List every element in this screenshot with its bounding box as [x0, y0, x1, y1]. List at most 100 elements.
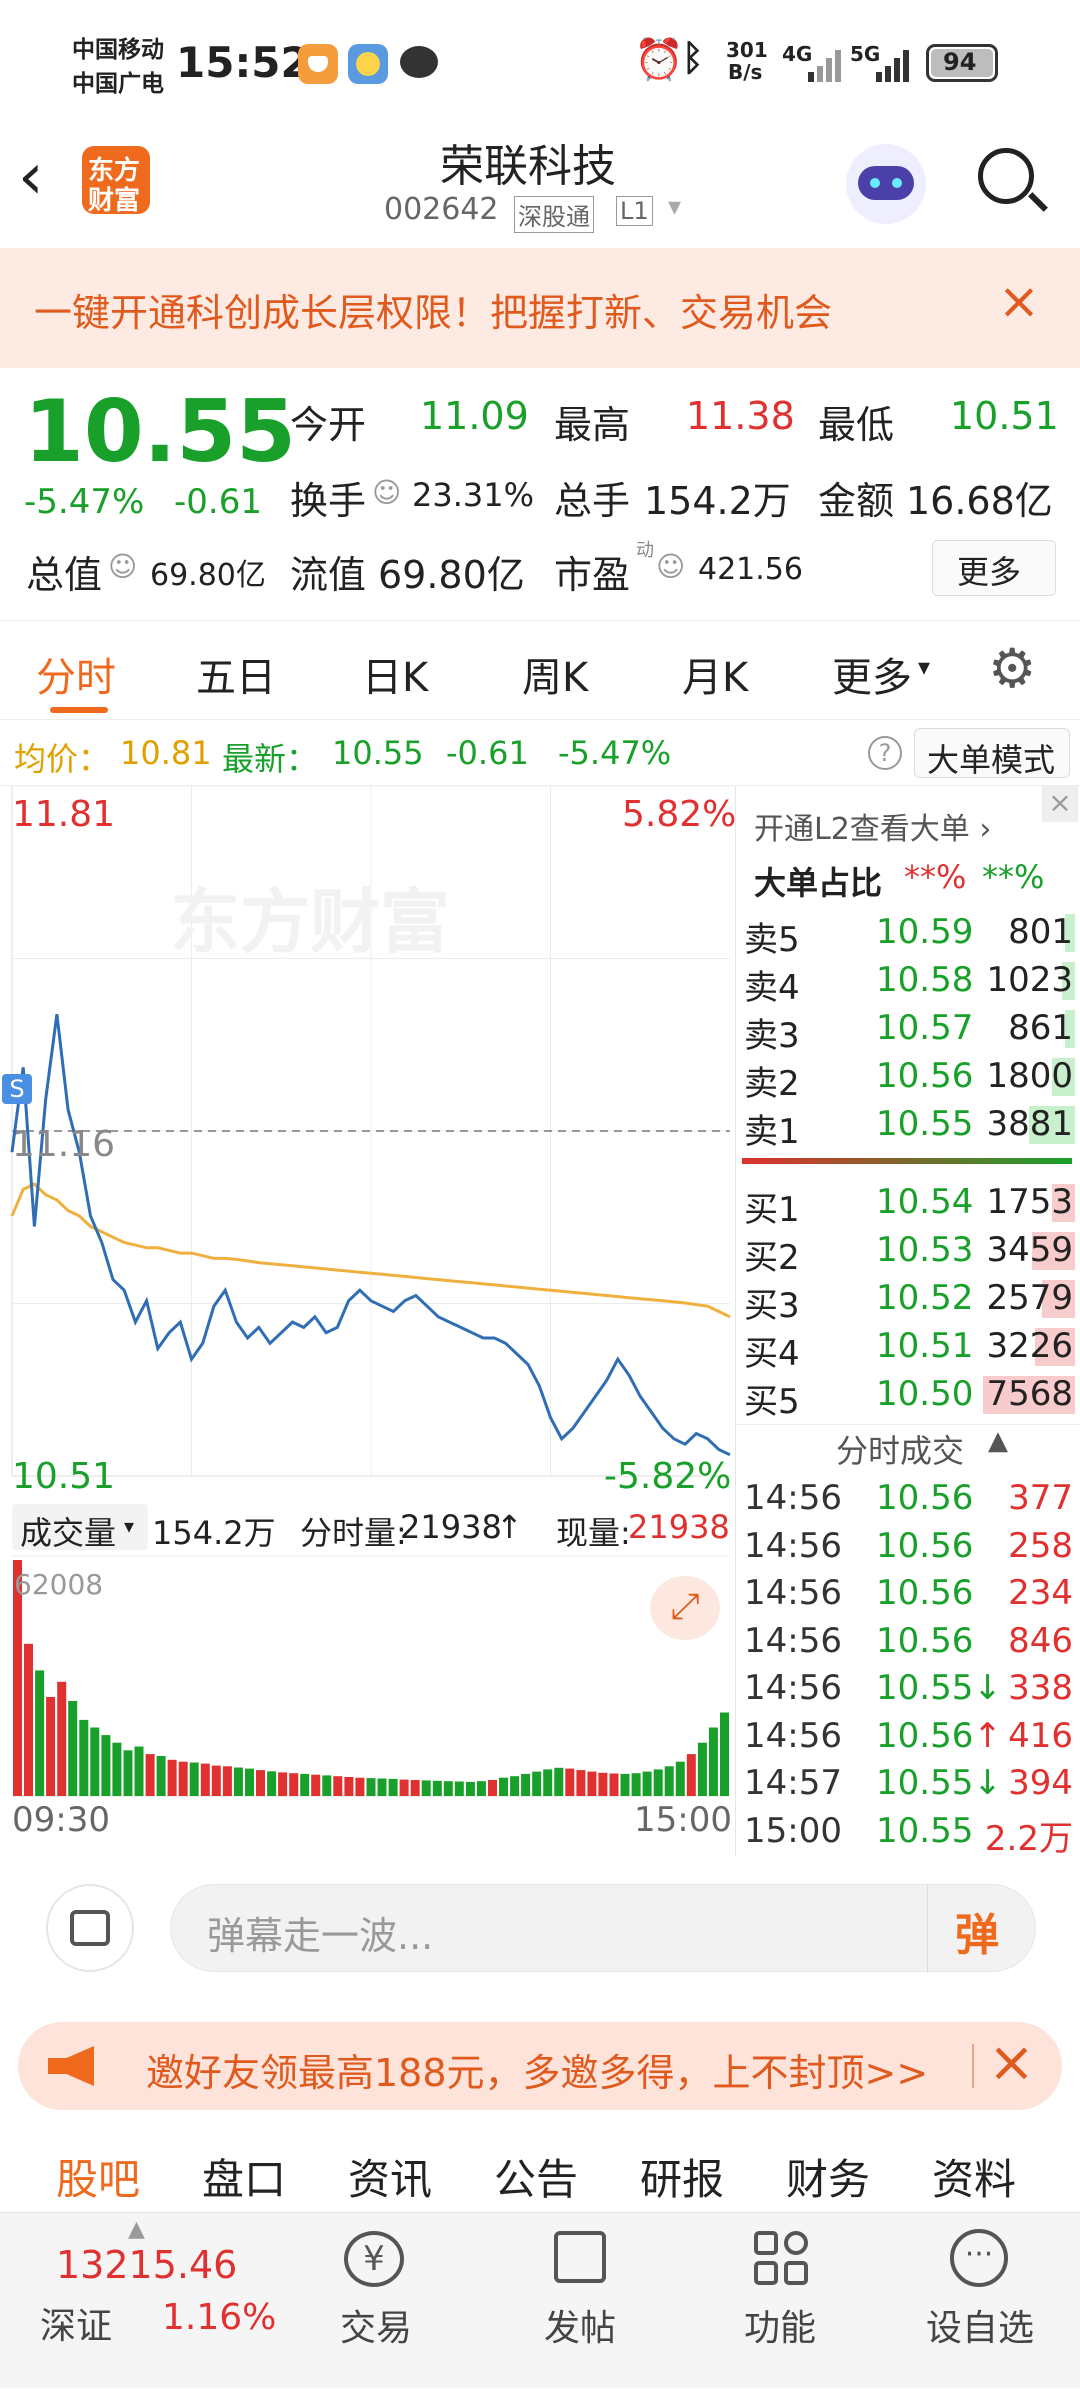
tick-time: 14:56 — [744, 1715, 842, 1756]
volume-indicator-select[interactable]: 成交量 ▾ — [12, 1504, 148, 1552]
send-danmaku-button[interactable]: 弹 — [955, 1899, 999, 1963]
bid-label: 买3 — [744, 1286, 800, 1326]
bid-row[interactable]: 买2 10.53 3459 — [736, 1226, 1080, 1278]
tick-volume: 416 — [1008, 1715, 1073, 1756]
app-logo[interactable]: 东方 财富 — [82, 146, 150, 216]
more-button[interactable]: 更多 — [932, 540, 1056, 596]
trade-button[interactable]: ¥ 交易 — [320, 2213, 430, 2389]
sort-up-icon: ▲ — [988, 1426, 1008, 1456]
volume-bar — [344, 1777, 354, 1796]
input-divider — [927, 1885, 928, 1973]
ask-row[interactable]: 卖4 10.58 1023 — [736, 956, 1080, 1008]
bid-volume: 3459 — [986, 1230, 1073, 1270]
grid-icon-box-3 — [784, 2261, 808, 2285]
volume-bar — [410, 1780, 420, 1796]
volume-bar — [620, 1773, 630, 1796]
change-value: -0.61 — [174, 482, 262, 522]
index-ticker[interactable]: ▲ 13215.46 深证 1.16% — [0, 2213, 320, 2389]
last-value: 10.55 — [332, 734, 424, 772]
dropdown-icon[interactable]: ▾ — [668, 192, 681, 222]
tab-intraday[interactable]: 分时 — [36, 645, 116, 703]
signal-badge[interactable]: S — [2, 1074, 32, 1104]
back-icon[interactable]: ‹ — [18, 140, 44, 214]
battery-icon: 94 — [926, 44, 998, 82]
tab-news[interactable]: 资讯 — [348, 2146, 432, 2207]
volume-bar — [399, 1779, 409, 1796]
info-icon[interactable]: ☺ — [108, 550, 137, 583]
bid-row[interactable]: 买3 10.52 2579 — [736, 1274, 1080, 1326]
volume-bar — [156, 1756, 166, 1796]
signal-2-icon — [876, 48, 910, 82]
close-icon[interactable]: × — [998, 272, 1040, 330]
volume-bar — [178, 1761, 188, 1796]
tab-handicap[interactable]: 盘口 — [202, 2146, 286, 2207]
tab-finance[interactable]: 财务 — [786, 2146, 870, 2207]
bid-price: 10.53 — [876, 1230, 974, 1270]
ask-row[interactable]: 卖1 10.55 3881 — [736, 1100, 1080, 1152]
tab-five-day[interactable]: 五日 — [196, 645, 276, 703]
more-button-label: 更多 — [957, 553, 1022, 591]
tick-list-title[interactable]: 分时成交 — [836, 1426, 964, 1472]
signal-1-icon — [808, 48, 842, 82]
search-icon[interactable] — [978, 148, 1048, 212]
trade-label: 交易 — [340, 2308, 413, 2349]
ask-price: 10.56 — [876, 1056, 974, 1096]
promo-banner[interactable]: 一键开通科创成长层权限！把握打新、交易机会 × — [0, 248, 1080, 368]
promo-text: 邀好友领最高188元，多邀多得，上不封顶>> — [146, 2051, 929, 2095]
net-speed-bottom: B/s — [728, 60, 763, 84]
arrow-up-icon: ↑ — [973, 1715, 1002, 1756]
tick-price: 10.56 — [876, 1478, 974, 1518]
tick-price: 10.56 — [876, 1525, 974, 1566]
help-icon[interactable]: ? — [868, 736, 902, 770]
add-favorite-button[interactable]: ··· 设自选 — [910, 2213, 1060, 2389]
tab-forum[interactable]: 股吧 — [56, 2146, 140, 2207]
bid-volume: 3226 — [986, 1326, 1073, 1366]
current-volume-label: 现量: — [556, 1514, 631, 1552]
close-promo-icon[interactable]: × — [988, 2030, 1035, 2095]
pe-info-icon[interactable]: ☺ — [656, 550, 685, 583]
volume-bar — [642, 1771, 652, 1796]
volume-value: 154.2万 — [644, 479, 791, 523]
close-book-icon[interactable]: × — [1042, 786, 1078, 822]
float-mcap-value: 69.80亿 — [378, 553, 525, 597]
tab-profile[interactable]: 资料 — [932, 2146, 1016, 2207]
turnover-info-icon[interactable]: ☺ — [372, 476, 401, 509]
bid-row[interactable]: 买1 10.54 1753 — [736, 1178, 1080, 1230]
mcap-value: 69.80亿 — [150, 558, 266, 593]
tab-weekly-k[interactable]: 周K — [522, 645, 588, 703]
bid-label: 买4 — [744, 1334, 800, 1374]
tick-time: 14:56 — [744, 1668, 842, 1708]
bid-row[interactable]: 买4 10.51 3226 — [736, 1322, 1080, 1374]
danmaku-placeholder: 弹幕走一波... — [207, 1914, 434, 1958]
intraday-chart[interactable]: 东方财富 11.81 5.82% 11.16 10.51 -5.82% S 成交… — [0, 786, 737, 1856]
invite-promo[interactable]: 邀好友领最高188元，多邀多得，上不封顶>> × — [18, 2022, 1062, 2110]
volume-bar — [101, 1735, 111, 1796]
pe-label: 市盈 — [554, 553, 631, 597]
tick-row: 14:56 10.56 846 — [736, 1617, 1080, 1665]
function-button[interactable]: 功能 — [720, 2213, 840, 2389]
post-button[interactable]: 发帖 — [520, 2213, 640, 2389]
tab-announcements[interactable]: 公告 — [494, 2146, 578, 2207]
tab-more[interactable]: 更多 — [832, 645, 912, 703]
ask-row[interactable]: 卖5 10.59 801 — [736, 908, 1080, 960]
y-max-pct-label: 5.82% — [622, 794, 737, 835]
float-mcap-label: 流值 — [290, 553, 367, 597]
tab-monthly-k[interactable]: 月K — [682, 645, 748, 703]
heart-app-icon — [298, 44, 338, 84]
volume-bar — [532, 1771, 542, 1796]
volume-bar — [388, 1778, 398, 1796]
bid-row[interactable]: 买5 10.50 7568 — [736, 1370, 1080, 1422]
watermark: 东方财富 — [170, 883, 450, 961]
ask-row[interactable]: 卖2 10.56 1800 — [736, 1052, 1080, 1104]
big-order-mode-button[interactable]: 大单模式 — [914, 728, 1070, 779]
l2-upgrade-link[interactable]: 开通L2查看大单 › — [754, 804, 991, 848]
danmaku-settings-icon[interactable] — [46, 1884, 134, 1972]
settings-gear-icon[interactable]: ⚙ — [988, 637, 1036, 700]
danmaku-input[interactable]: 弹幕走一波... 弹 — [170, 1884, 1036, 1973]
ask-row[interactable]: 卖3 10.57 861 — [736, 1004, 1080, 1056]
volume-bar — [521, 1773, 531, 1796]
tab-daily-k[interactable]: 日K — [362, 645, 428, 703]
expand-icon[interactable]: ⤢ — [650, 1576, 720, 1640]
robot-assistant-icon[interactable] — [846, 144, 926, 224]
tab-research[interactable]: 研报 — [640, 2146, 724, 2207]
